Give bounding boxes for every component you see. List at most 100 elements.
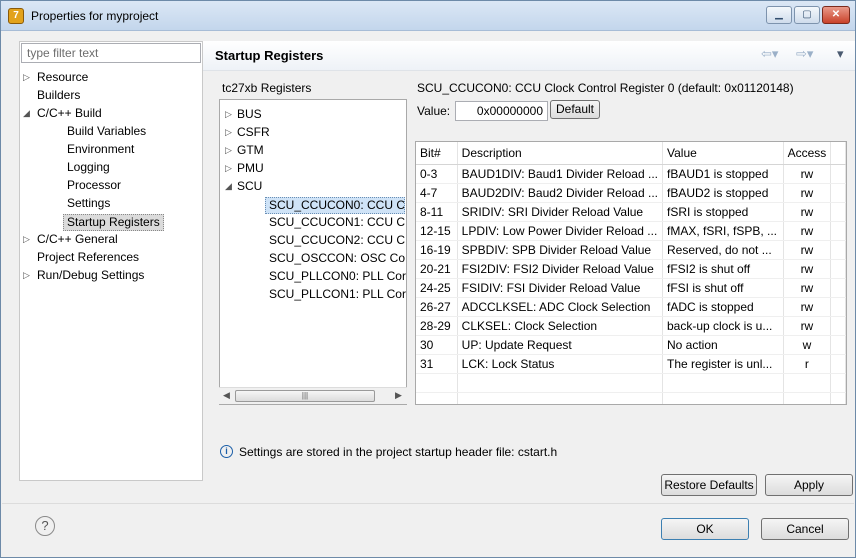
column-header-description[interactable]: Description [457,142,663,165]
empty-cell [416,373,458,393]
scrollbar-thumb[interactable]: ||| [235,390,375,402]
table-row[interactable]: 30 UP: Update Request No action w [416,335,846,355]
apply-button[interactable]: Apply [765,474,853,496]
nav-tree-item[interactable]: Settings [67,196,110,211]
register-tree-item[interactable]: SCU [237,179,262,194]
cell-access: rw [783,221,832,241]
column-header-bit[interactable]: Bit# [416,142,458,165]
register-tree-item[interactable]: BUS [237,107,262,122]
empty-cell [457,392,663,404]
cell-value: The register is unl... [662,354,784,374]
table-row[interactable]: 8-11 SRIDIV: SRI Divider Reload Value fSRI… [416,202,846,222]
cell-description: BAUD1DIV: Baud1 Divider Reload ... [457,164,663,184]
scroll-right-icon[interactable]: ▶ [395,390,402,401]
minimize-button[interactable]: ▁ [766,6,792,24]
scroll-left-icon[interactable]: ◀ [223,390,230,401]
cell-access: rw [783,183,832,203]
table-row[interactable]: 28-29 CLKSEL: Clock Selection back-up cloc… [416,316,846,336]
tree-expander-icon[interactable]: ▷ [225,107,232,122]
nav-tree-item[interactable]: Project References [37,250,139,265]
nav-tree-item[interactable]: Build Variables [67,124,146,139]
cell-value: fMAX, fSRI, fSPB, ... [662,221,784,241]
empty-table-row [416,373,846,393]
title-bar[interactable]: 7 Properties for myproject ▁ ▢ ✕ [1,1,855,31]
cell-filler [830,202,846,222]
register-tree-item[interactable]: SCU_PLLCON0: PLL Cor [269,269,406,284]
cell-access: rw [783,278,832,298]
tree-expander-icon[interactable]: ▷ [225,125,232,140]
nav-tree-item[interactable]: Resource [37,70,88,85]
cell-description: LCK: Lock Status [457,354,663,374]
page-title: Startup Registers [215,48,324,63]
nav-tree-item[interactable]: Logging [67,160,110,175]
table-row[interactable]: 4-7 BAUD2DIV: Baud2 Divider Reload ... fBA… [416,183,846,203]
cell-bit: 20-21 [416,259,458,279]
table-row[interactable]: 26-27 ADCCLKSEL: ADC Clock Selection fADC … [416,297,846,317]
cell-value: fSRI is stopped [662,202,784,222]
restore-defaults-button[interactable]: Restore Defaults [661,474,757,496]
register-tree-item[interactable]: SCU_PLLCON1: PLL Cor [269,287,406,302]
cell-filler [830,297,846,317]
back-arrow-icon[interactable]: ⇦▾ [761,46,778,62]
register-tree-item[interactable]: CSFR [237,125,270,140]
tree-expander-icon[interactable]: ▷ [23,70,30,85]
cell-access: rw [783,259,832,279]
nav-tree-item[interactable]: C/C++ Build [37,106,102,121]
maximize-button[interactable]: ▢ [794,6,820,24]
register-tree-scrollbar[interactable]: ◀ ||| ▶ [219,387,407,404]
filter-input[interactable]: type filter text [21,43,201,63]
tree-expander-icon[interactable]: ◢ [225,179,232,194]
cell-bit: 0-3 [416,164,458,184]
cell-value: Reserved, do not ... [662,240,784,260]
register-tree-item[interactable]: GTM [237,143,264,158]
nav-tree-item[interactable]: C/C++ General [37,232,118,247]
default-button[interactable]: Default [550,100,600,119]
bit-field-table: Bit# Description Value Access 0-3 BAUD1DI… [415,141,847,405]
column-header-access[interactable]: Access [783,142,832,165]
cell-value: fBAUD2 is stopped [662,183,784,203]
forward-arrow-icon[interactable]: ⇨▾ [796,46,813,62]
nav-tree-item[interactable]: Startup Registers [63,214,164,231]
nav-tree-item[interactable]: Processor [67,178,121,193]
tree-expander-icon[interactable]: ▷ [225,161,232,176]
table-row[interactable]: 24-25 FSIDIV: FSI Divider Reload Value fFS… [416,278,846,298]
cell-value: fADC is stopped [662,297,784,317]
cell-filler [830,354,846,374]
cell-access: r [783,354,832,374]
help-icon[interactable]: ? [35,516,55,536]
view-menu-icon[interactable]: ▾ [837,46,844,62]
close-button[interactable]: ✕ [822,6,850,24]
table-row[interactable]: 20-21 FSI2DIV: FSI2 Divider Reload Value f… [416,259,846,279]
tree-expander-icon[interactable]: ▷ [225,143,232,158]
register-tree-item[interactable]: PMU [237,161,264,176]
empty-cell [783,373,832,393]
table-row[interactable]: 0-3 BAUD1DIV: Baud1 Divider Reload ... fBA… [416,164,846,184]
nav-tree-item[interactable]: Run/Debug Settings [37,268,144,283]
register-value-input[interactable]: 0x00000000 [455,101,548,121]
tree-expander-icon[interactable]: ▷ [23,232,30,247]
cell-filler [830,335,846,355]
register-tree-item[interactable]: SCU_CCUCON1: CCU C [269,215,405,230]
ok-button[interactable]: OK [661,518,749,540]
cell-filler [830,240,846,260]
cell-value: fFSI2 is shut off [662,259,784,279]
table-header-row: Bit# Description Value Access [416,142,846,165]
register-tree-item[interactable]: SCU_OSCCON: OSC Co [269,251,405,266]
table-row[interactable]: 31 LCK: Lock Status The register is unl...… [416,354,846,374]
register-tree-item[interactable]: SCU_CCUCON0: CCU C [265,197,405,214]
table-row[interactable]: 16-19 SPBDIV: SPB Divider Reload Value Res… [416,240,846,260]
cell-description: CLKSEL: Clock Selection [457,316,663,336]
nav-tree-item[interactable]: Environment [67,142,134,157]
table-row[interactable]: 12-15 LPDIV: Low Power Divider Reload ...… [416,221,846,241]
tree-expander-icon[interactable]: ◢ [23,106,30,121]
empty-cell [783,392,832,404]
register-tree-item[interactable]: SCU_CCUCON2: CCU C [269,233,405,248]
tree-expander-icon[interactable]: ▷ [23,268,30,283]
nav-tree-item[interactable]: Builders [37,88,80,103]
column-header-value[interactable]: Value [662,142,784,165]
cancel-button[interactable]: Cancel [761,518,849,540]
cell-value: fFSI is shut off [662,278,784,298]
cell-bit: 12-15 [416,221,458,241]
cell-bit: 26-27 [416,297,458,317]
cell-bit: 28-29 [416,316,458,336]
